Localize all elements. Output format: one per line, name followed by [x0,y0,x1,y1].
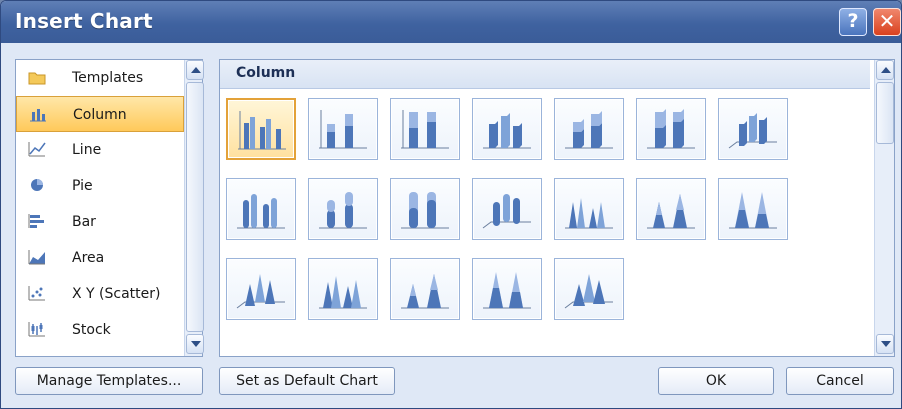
help-button[interactable]: ? [839,8,867,36]
stacked-pyramid-icon [401,274,449,309]
sidebar-item-label: Bar [72,214,96,230]
window-title: Insert Chart [15,9,153,33]
chart-gallery: Column [219,59,895,357]
3d-column-icon [728,113,777,149]
100-percent-stacked-pyramid-thumbnail[interactable] [472,258,542,320]
3d-stacked-column-thumbnail[interactable] [554,98,624,160]
3d-cylinder-thumbnail[interactable] [472,178,542,240]
thumbnail-row [226,178,866,258]
bar-chart-icon [28,214,44,228]
3d-stacked-column-icon [565,111,613,149]
gallery-group-title: Column [236,65,296,81]
3d-cone-icon [236,274,285,309]
3d-pyramid-icon [564,274,613,309]
stacked-cylinder-icon [319,192,367,229]
chart-type-list: Templates Column Line Pie Bar Area X Y (… [15,59,204,357]
column-chart-icon [30,109,46,122]
100-percent-stacked-column-icon [401,110,449,149]
clustered-cone-icon [565,198,613,229]
clustered-cylinder-thumbnail[interactable] [226,178,296,240]
set-default-chart-button[interactable]: Set as Default Chart [219,367,395,395]
3d-column-thumbnail[interactable] [718,98,788,160]
title-bar[interactable]: Insert Chart ? ✕ [1,1,901,43]
sidebar-item-bar[interactable]: Bar [16,204,184,240]
chevron-up-icon [881,67,891,73]
ok-button[interactable]: OK [658,367,774,395]
sidebar-item-label: Area [72,250,105,266]
sidebar-item-area[interactable]: Area [16,240,184,276]
insert-chart-dialog: Insert Chart ? ✕ Templates Column Line P… [0,0,902,409]
clustered-pyramid-thumbnail[interactable] [308,258,378,320]
3d-100-percent-stacked-column-icon [647,109,695,149]
stacked-column-icon [319,110,367,149]
100-percent-stacked-cone-icon [729,192,777,229]
stacked-cylinder-thumbnail[interactable] [308,178,378,240]
stacked-cone-icon [647,194,695,229]
scroll-down-button[interactable] [876,334,894,354]
sidebar-item-xy-scatter[interactable]: X Y (Scatter) [16,276,184,312]
chevron-down-icon [191,341,201,347]
3d-100-percent-stacked-column-thumbnail[interactable] [636,98,706,160]
chevron-up-icon [191,67,201,73]
folder-icon [28,72,46,85]
scroll-up-button[interactable] [186,60,204,80]
close-button[interactable]: ✕ [873,8,901,36]
100-percent-stacked-column-thumbnail[interactable] [390,98,460,160]
gallery-scrollbar[interactable] [874,60,894,356]
thumbnail-row [226,258,866,338]
scroll-thumb[interactable] [186,82,204,332]
sidebar-item-column[interactable]: Column [16,96,184,132]
sidebar-item-pie[interactable]: Pie [16,168,184,204]
stock-chart-icon [28,322,45,337]
sidebar-item-label: Column [73,107,127,123]
chart-type-items: Templates Column Line Pie Bar Area X Y (… [16,60,184,348]
clustered-pyramid-icon [319,276,367,309]
thumbnail-row [226,98,866,178]
chart-thumbnail-grid [226,98,866,338]
area-chart-icon [28,250,45,265]
sidebar-scrollbar[interactable] [184,60,204,356]
100-percent-stacked-pyramid-icon [483,272,531,309]
clustered-column-thumbnail[interactable] [226,98,296,160]
scroll-down-button[interactable] [186,334,204,354]
3d-clustered-column-thumbnail[interactable] [472,98,542,160]
3d-cone-thumbnail[interactable] [226,258,296,320]
manage-templates-button[interactable]: Manage Templates... [15,367,203,395]
sidebar-item-line[interactable]: Line [16,132,184,168]
scroll-thumb[interactable] [876,82,894,144]
100-percent-stacked-cone-thumbnail[interactable] [718,178,788,240]
3d-clustered-column-icon [483,113,531,149]
100-percent-stacked-cylinder-thumbnail[interactable] [390,178,460,240]
stacked-pyramid-thumbnail[interactable] [390,258,460,320]
scatter-chart-icon [28,286,45,301]
100-percent-stacked-cylinder-icon [401,192,449,229]
gallery-group-header: Column [220,60,870,89]
clustered-cylinder-icon [237,194,285,229]
line-chart-icon [28,142,46,157]
stacked-column-thumbnail[interactable] [308,98,378,160]
3d-cylinder-icon [482,194,531,229]
pie-chart-icon [31,179,43,191]
clustered-cone-thumbnail[interactable] [554,178,624,240]
cancel-button[interactable]: Cancel [786,367,894,395]
sidebar-item-label: Stock [72,322,111,338]
scroll-up-button[interactable] [876,60,894,80]
sidebar-item-label: Line [72,142,102,158]
sidebar-item-templates[interactable]: Templates [16,60,184,96]
sidebar-item-label: Pie [72,178,93,194]
3d-pyramid-thumbnail[interactable] [554,258,624,320]
sidebar-item-stock[interactable]: Stock [16,312,184,348]
clustered-column-icon [238,111,286,150]
sidebar-item-label: X Y (Scatter) [72,286,161,302]
chevron-down-icon [881,341,891,347]
sidebar-item-label: Templates [72,70,144,86]
stacked-cone-thumbnail[interactable] [636,178,706,240]
